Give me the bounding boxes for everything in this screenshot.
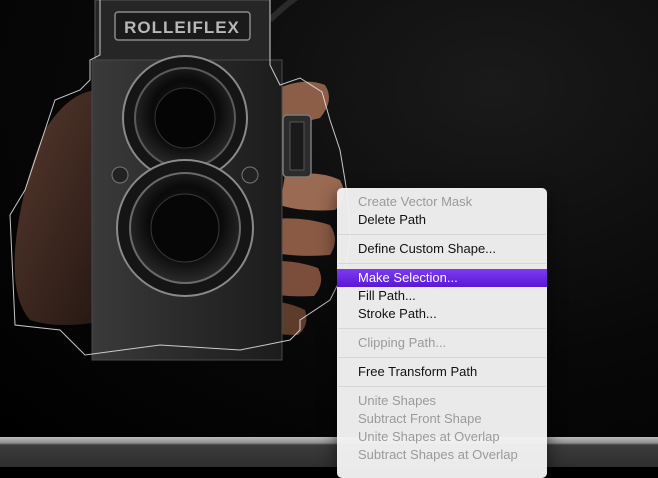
menu-item-subtract-shapes-at-overlap: Subtract Shapes at Overlap (358, 447, 518, 462)
path-context-menu: Create Vector Mask Delete Path Define Cu… (337, 188, 547, 478)
camera-strap (267, 0, 299, 23)
panel-bottom-bar (0, 437, 658, 467)
menu-item-clipping-path: Clipping Path... (358, 335, 447, 350)
camera-body: ROLLEIFLEX (91, 0, 312, 361)
menu-separator (338, 328, 546, 329)
menu-item-make-selection[interactable]: Make Selection... (337, 269, 547, 287)
menu-item-create-vector-mask: Create Vector Mask (358, 194, 473, 209)
menu-item-fill-path[interactable]: Fill Path... (337, 287, 547, 305)
menu-item-unite-shapes-at-overlap: Unite Shapes at Overlap (358, 429, 500, 444)
menu-separator (338, 234, 546, 235)
photo-camera-in-hands: ROLLEIFLEX (9, 0, 351, 361)
menu-separator (338, 263, 546, 264)
menu-item-free-transform-path[interactable]: Free Transform Path (337, 363, 547, 381)
menu-separator (338, 357, 546, 358)
document-canvas[interactable]: ROLLEIFLEX (0, 0, 658, 437)
menu-item-stroke-path[interactable]: Stroke Path... (337, 305, 547, 323)
menu-separator (338, 386, 546, 387)
menu-item-unite-shapes: Unite Shapes (358, 393, 437, 408)
menu-item-define-custom-shape[interactable]: Define Custom Shape... (337, 240, 547, 258)
menu-item-delete-path[interactable]: Delete Path (337, 211, 547, 229)
menu-item-subtract-front-shape: Subtract Front Shape (358, 411, 482, 426)
camera-brand-text: ROLLEIFLEX (124, 18, 240, 37)
